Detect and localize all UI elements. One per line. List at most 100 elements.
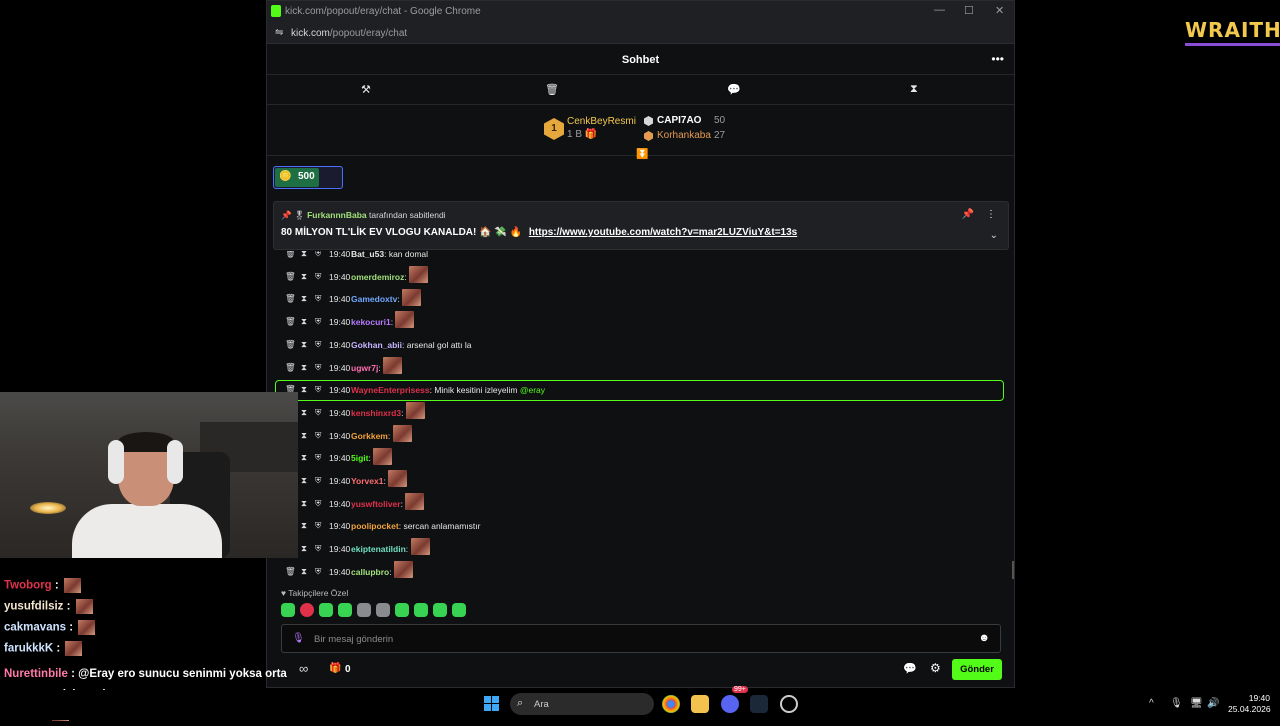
emote-icon[interactable] bbox=[414, 603, 428, 617]
file-explorer-icon[interactable] bbox=[691, 695, 709, 713]
shield-icon[interactable]: ⛨ bbox=[315, 407, 321, 418]
shield-icon[interactable]: ⛨ bbox=[315, 452, 321, 463]
delete-icon[interactable]: 🗑 bbox=[285, 293, 296, 304]
delete-icon[interactable]: 🗑 bbox=[285, 316, 296, 327]
gifter-name-2[interactable]: CAPI7AO bbox=[657, 115, 701, 126]
emote-icon[interactable] bbox=[300, 603, 314, 617]
delete-icon[interactable]: 🗑 bbox=[285, 271, 296, 282]
message-username[interactable]: 5igit bbox=[351, 453, 368, 463]
message-username[interactable]: Gamedoxtv bbox=[351, 294, 397, 304]
delete-icon[interactable]: 🗑 bbox=[285, 566, 296, 577]
pinned-link[interactable]: https://www.youtube.com/watch?v=mar2LUZV… bbox=[529, 227, 797, 238]
microphone-icon[interactable]: 🎙 bbox=[292, 633, 305, 644]
message-username[interactable]: WayneEnterprisess bbox=[351, 385, 430, 395]
shield-icon[interactable]: ⛨ bbox=[315, 475, 321, 486]
clock[interactable]: 19:40 25.04.2026 bbox=[1228, 693, 1271, 715]
timeout-icon[interactable]: ⧗ bbox=[301, 566, 307, 577]
shield-icon[interactable]: ⛨ bbox=[315, 430, 321, 441]
site-settings-icon[interactable]: ⇋ bbox=[275, 27, 283, 38]
message-mention[interactable]: @eray bbox=[520, 385, 545, 395]
windows-start-icon[interactable] bbox=[484, 696, 500, 712]
timeout-icon[interactable]: ⧗ bbox=[301, 407, 307, 418]
maximize-icon[interactable]: ☐ bbox=[964, 4, 974, 17]
timeout-icon[interactable]: ⧗ bbox=[301, 271, 307, 282]
chevron-down-icon[interactable]: ⌄ bbox=[990, 230, 998, 241]
pinned-by-user[interactable]: FurkannnBaba bbox=[307, 210, 367, 220]
chat-message[interactable]: 🗑⧗⛨19:405igit: bbox=[285, 447, 1005, 469]
message-username[interactable]: kenshinxrd3 bbox=[351, 408, 401, 418]
chat-scrollbar[interactable] bbox=[1012, 561, 1014, 579]
chat-message[interactable]: 🗑⧗⛨19:40ekiptenatildin: bbox=[285, 538, 1005, 560]
shield-icon[interactable]: ⛨ bbox=[315, 316, 321, 327]
gifter-name-1[interactable]: CenkBeyResmi bbox=[567, 116, 636, 127]
shield-icon[interactable]: ⛨ bbox=[315, 251, 321, 259]
timeout-icon[interactable]: ⧗ bbox=[301, 251, 307, 259]
timeout-icon[interactable]: ⧗ bbox=[301, 362, 307, 373]
send-button[interactable]: Gönder bbox=[952, 659, 1002, 680]
emote-icon[interactable] bbox=[281, 603, 295, 617]
chat-message[interactable]: 🗑 ⧗ ⛨ 19:40 callupbro: bbox=[285, 561, 1005, 581]
timeout-icon[interactable]: ⧗ bbox=[301, 339, 307, 350]
message-username[interactable]: ekiptenatildin bbox=[351, 544, 406, 554]
delete-icon[interactable]: 🗑 bbox=[285, 362, 296, 373]
url-text[interactable]: kick.com/popout/eray/chat bbox=[291, 28, 407, 39]
app-icon[interactable] bbox=[780, 695, 798, 713]
ban-hammer-icon[interactable]: ⚒ bbox=[361, 83, 371, 96]
message-username[interactable]: omerdemiroz bbox=[351, 272, 404, 282]
chat-message[interactable]: 🗑⧗⛨19:40Gorkkem: bbox=[285, 424, 1005, 447]
message-username[interactable]: poolipocket bbox=[351, 521, 399, 531]
chat-message[interactable]: 🗑 ⧗ ⛨ 19:40 Bat_u53: kan domal bbox=[285, 251, 1005, 265]
gear-icon[interactable]: ⚙ bbox=[930, 661, 941, 675]
discord-icon[interactable] bbox=[721, 695, 739, 713]
emote-icon[interactable] bbox=[319, 603, 333, 617]
shield-icon[interactable]: ⛨ bbox=[315, 520, 321, 531]
message-username[interactable]: ugwr7j bbox=[351, 363, 378, 373]
chrome-icon[interactable] bbox=[662, 695, 680, 713]
chat-message[interactable]: 🗑 ⧗ ⛨ 19:40 Gokhan_abii: arsenal gol attı la bbox=[285, 334, 1005, 356]
message-username[interactable]: kekocuri1 bbox=[351, 317, 391, 327]
more-options-icon[interactable]: ••• bbox=[991, 52, 1004, 66]
shield-icon[interactable]: ⛨ bbox=[315, 271, 321, 282]
chat-message[interactable]: 🗑 ⧗ ⛨ 19:40 omerdemiroz: bbox=[285, 265, 1005, 288]
message-username[interactable]: Yorvex1 bbox=[351, 476, 383, 486]
chat-message[interactable]: 🗑⧗⛨19:40yuswftoliver: bbox=[285, 492, 1005, 515]
message-username[interactable]: Gorkkem bbox=[351, 431, 388, 441]
volume-icon[interactable]: 🔊 bbox=[1207, 698, 1219, 709]
hourglass-icon[interactable]: ⧗ bbox=[910, 83, 918, 96]
message-username[interactable]: yuswftoliver bbox=[351, 499, 401, 509]
timeout-icon[interactable]: ⧗ bbox=[301, 316, 307, 327]
timeout-icon[interactable]: ⧗ bbox=[301, 475, 307, 486]
shield-icon[interactable]: ⛨ bbox=[315, 498, 321, 509]
shield-icon[interactable]: ⛨ bbox=[315, 362, 321, 373]
timeout-icon[interactable]: ⧗ bbox=[301, 384, 307, 395]
chat-settings-bubble-icon[interactable]: 💬 bbox=[903, 662, 917, 675]
timeout-icon[interactable]: ⧗ bbox=[301, 520, 307, 531]
shield-icon[interactable]: ⛨ bbox=[315, 566, 321, 577]
microphone-tray-icon[interactable]: 🎙 bbox=[1170, 698, 1183, 709]
pin-icon[interactable]: 📌 bbox=[962, 209, 974, 220]
emote-icon[interactable] bbox=[452, 603, 466, 617]
message-username[interactable]: Gokhan_abii bbox=[351, 340, 402, 350]
timeout-icon[interactable]: ⧗ bbox=[301, 293, 307, 304]
gift-box-icon[interactable]: 🎁 bbox=[329, 663, 341, 674]
pinned-options-icon[interactable]: ⋮ bbox=[986, 209, 996, 220]
timeout-icon[interactable]: ⧗ bbox=[301, 543, 307, 554]
infinity-icon[interactable]: ∞ bbox=[299, 661, 308, 676]
message-input[interactable] bbox=[314, 630, 954, 648]
emote-icon[interactable] bbox=[395, 603, 409, 617]
gifter-name-3[interactable]: Korhankaba bbox=[657, 130, 711, 141]
timeout-icon[interactable]: ⧗ bbox=[301, 452, 307, 463]
delete-icon[interactable]: 🗑 bbox=[285, 251, 296, 259]
emote-icon[interactable] bbox=[433, 603, 447, 617]
address-bar[interactable]: ⇋ kick.com/popout/eray/chat bbox=[267, 22, 1014, 44]
shield-icon[interactable]: ⛨ bbox=[315, 543, 321, 554]
chat-message[interactable]: 🗑⧗⛨19:40kenshinxrd3: bbox=[285, 402, 1005, 424]
emoji-picker-icon[interactable]: ☻ bbox=[978, 632, 990, 644]
trash-icon[interactable]: 🗑 bbox=[545, 83, 559, 96]
chat-message[interactable]: 🗑 ⧗ ⛨ 19:40 Gamedoxtv: bbox=[285, 288, 1005, 310]
shield-icon[interactable]: ⛨ bbox=[315, 339, 321, 350]
minimize-icon[interactable]: — bbox=[934, 4, 945, 16]
message-username[interactable]: callupbro bbox=[351, 567, 389, 577]
timeout-icon[interactable]: ⧗ bbox=[301, 498, 307, 509]
taskbar-search[interactable]: ⌕ Ara bbox=[510, 693, 654, 715]
